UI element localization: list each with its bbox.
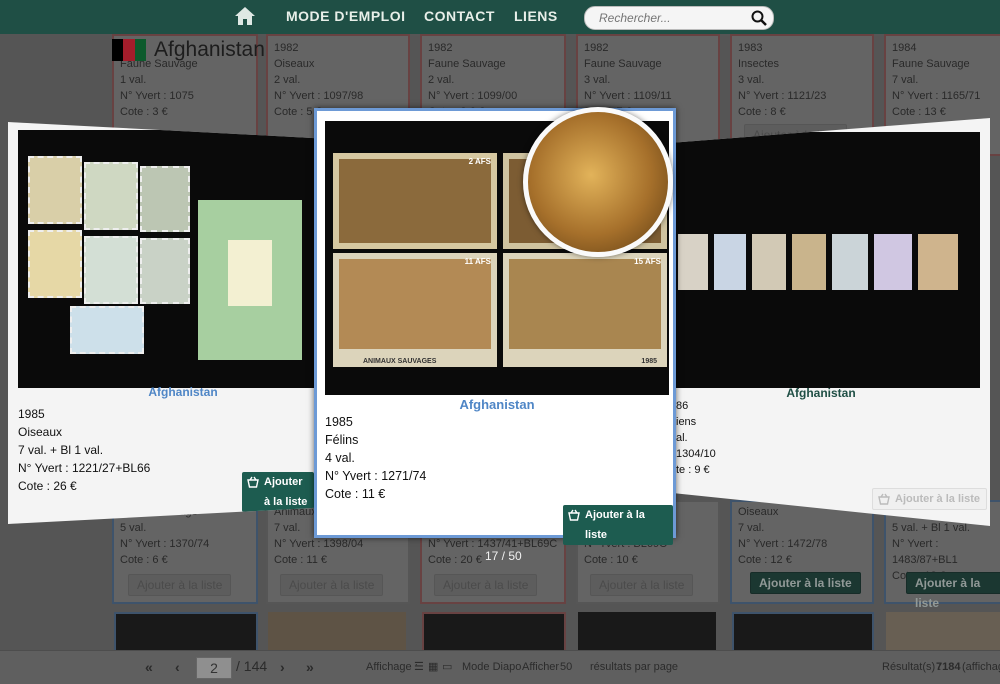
slide-info: 1985 Félins 4 val. N° Yvert : 1271/74 Co… xyxy=(325,415,427,501)
stamp-2afs: 2 AFS xyxy=(333,153,497,249)
slide-center[interactable]: 2 AFS 11 AFS ANIMAUX SAUVAGES 15 AFS 198… xyxy=(314,107,676,545)
slide-right[interactable]: Afghanistan 86 iens al. 1304/10 te : 9 €… xyxy=(676,118,990,526)
search-box xyxy=(584,6,774,30)
slide-counter: 17 / 50 xyxy=(485,549,522,563)
basket-icon xyxy=(247,476,259,488)
nav-contact[interactable]: CONTACT xyxy=(424,8,495,24)
home-icon[interactable] xyxy=(234,6,256,26)
stamp xyxy=(140,166,190,232)
display-label: Affichage : xyxy=(366,661,418,673)
country-header: Afghanistan xyxy=(112,38,265,62)
prev-page-button[interactable]: ‹ xyxy=(175,659,180,675)
add-to-list-button[interactable]: Ajouter à la liste xyxy=(242,472,314,512)
search-icon[interactable] xyxy=(751,10,767,26)
slide-info: 1985 Oiseaux 7 val. + Bl 1 val. N° Yvert… xyxy=(18,407,151,493)
slide-right-image xyxy=(676,132,980,388)
slideshow-view-icon[interactable]: ▭ xyxy=(442,660,452,673)
slide-country: Afghanistan xyxy=(786,386,856,400)
results-count: 7184 xyxy=(936,661,961,673)
page-number-input[interactable]: 2 xyxy=(196,657,232,679)
first-page-button[interactable]: « xyxy=(145,659,153,675)
slide-left-image xyxy=(18,130,314,388)
stamp xyxy=(84,162,138,230)
top-navigation: MODE D'EMPLOI CONTACT LIENS xyxy=(0,0,1000,34)
afghanistan-flag xyxy=(112,39,146,61)
next-page-button[interactable]: › xyxy=(280,659,285,675)
list-view-icon[interactable]: ☰ xyxy=(414,660,424,673)
slide-info: 86 iens al. 1304/10 te : 9 € xyxy=(676,400,716,476)
basket-icon xyxy=(568,509,580,521)
results-label: Résultat(s) : xyxy=(882,661,942,673)
slide-left[interactable]: Afghanistan 1985 Oiseaux 7 val. + Bl 1 v… xyxy=(8,122,314,524)
per-page-suffix: résultats par page xyxy=(590,661,679,673)
country-title: Afghanistan xyxy=(154,38,265,61)
mode-diapo-label[interactable]: Mode Diapo xyxy=(462,661,521,673)
souvenir-sheet xyxy=(198,200,302,360)
slide-country: Afghanistan xyxy=(148,385,218,399)
stamp-15afs: 15 AFS 1985 xyxy=(503,253,667,367)
stamp-11afs: 11 AFS ANIMAUX SAUVAGES xyxy=(333,253,497,367)
stamp xyxy=(28,156,82,224)
slide-country: Afghanistan xyxy=(459,397,535,412)
nav-mode-emploi[interactable]: MODE D'EMPLOI xyxy=(286,8,406,24)
stamp xyxy=(70,306,144,354)
stamp xyxy=(28,230,82,298)
grid-view-icon[interactable]: ▦ xyxy=(428,660,438,673)
results-suffix: (affichage xyxy=(962,661,1000,673)
basket-icon xyxy=(878,493,890,505)
stamp xyxy=(84,236,138,304)
add-to-list-button[interactable]: Ajouter à la liste xyxy=(563,505,673,545)
last-page-button[interactable]: » xyxy=(306,659,314,675)
zoom-magnifier[interactable] xyxy=(523,107,673,257)
nav-liens[interactable]: LIENS xyxy=(514,8,558,24)
stamp xyxy=(140,238,190,304)
stamp-strip xyxy=(676,234,980,298)
page-total: / 144 xyxy=(236,658,268,674)
show-label: Afficher xyxy=(522,661,560,673)
per-page-select[interactable]: 50 xyxy=(560,661,572,673)
search-input[interactable] xyxy=(597,10,751,26)
add-to-list-button[interactable]: Ajouter à la liste xyxy=(872,488,987,510)
pagination-bar: « ‹ 2 / 144 › » Affichage : ☰ ▦ ▭ Mode D… xyxy=(0,650,1000,684)
